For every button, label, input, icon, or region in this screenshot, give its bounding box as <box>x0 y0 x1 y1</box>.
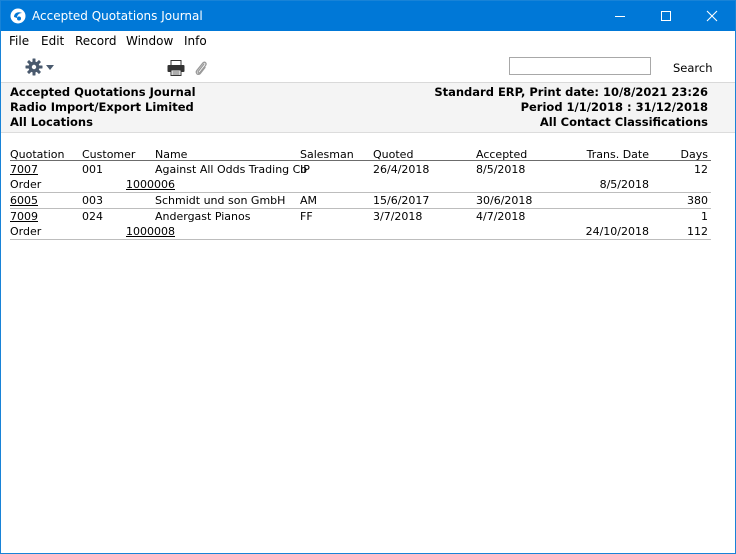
chevron-down-icon <box>46 65 54 70</box>
customer-code: 024 <box>82 210 103 223</box>
days: 112 <box>687 225 708 238</box>
print-icon[interactable] <box>167 60 185 76</box>
table-row: 7007 001 Against All Odds Trading Co IP … <box>1 162 735 177</box>
minimize-button[interactable] <box>597 1 643 31</box>
menu-record[interactable]: Record <box>75 34 116 48</box>
close-button[interactable] <box>689 1 735 31</box>
accepted-date: 4/7/2018 <box>476 210 526 223</box>
quoted-date: 26/4/2018 <box>373 163 430 176</box>
window-title: Accepted Quotations Journal <box>32 9 203 23</box>
row-divider <box>10 239 711 240</box>
customer-code: 003 <box>82 194 103 207</box>
order-label: Order <box>10 178 42 191</box>
table-row: 6005 003 Schmidt und son GmbH AM 15/6/20… <box>1 193 735 208</box>
gear-icon <box>25 58 43 76</box>
trans-date: 8/5/2018 <box>599 178 649 191</box>
app-logo-icon <box>10 8 26 24</box>
quoted-date: 15/6/2017 <box>373 194 430 207</box>
print-info: Standard ERP, Print date: 10/8/2021 23:2… <box>434 85 708 99</box>
report-period: Period 1/1/2018 : 31/12/2018 <box>520 100 708 114</box>
days: 380 <box>687 194 708 207</box>
order-label: Order <box>10 225 42 238</box>
customer-name: Schmidt und son GmbH <box>155 194 286 207</box>
maximize-icon <box>661 11 671 21</box>
search-button[interactable]: Search <box>673 61 713 75</box>
quotation-link[interactable]: 6005 <box>10 194 38 207</box>
attachment-icon[interactable] <box>194 59 208 77</box>
quotation-link[interactable]: 7007 <box>10 163 38 176</box>
maximize-button[interactable] <box>643 1 689 31</box>
days: 12 <box>694 163 708 176</box>
customer-name: Andergast Pianos <box>155 210 251 223</box>
title-bar[interactable]: Accepted Quotations Journal <box>1 1 735 31</box>
order-link[interactable]: 1000006 <box>126 178 175 191</box>
window: Accepted Quotations Journal File Edit Re… <box>0 0 736 554</box>
trans-date: 24/10/2018 <box>585 225 649 238</box>
menu-window[interactable]: Window <box>126 34 173 48</box>
order-row: Order 1000008 24/10/2018 112 <box>1 224 735 239</box>
salesman: AM <box>300 194 318 207</box>
table-row: 7009 024 Andergast Pianos FF 3/7/2018 4/… <box>1 209 735 224</box>
header-divider <box>10 160 711 161</box>
locations-filter: All Locations <box>10 115 93 129</box>
company-name: Radio Import/Export Limited <box>10 100 194 114</box>
menu-bar: File Edit Record Window Info <box>1 31 735 52</box>
order-link[interactable]: 1000008 <box>126 225 175 238</box>
classification-filter: All Contact Classifications <box>539 115 708 129</box>
close-icon <box>706 10 718 22</box>
report-title: Accepted Quotations Journal <box>10 85 196 99</box>
menu-file[interactable]: File <box>9 34 29 48</box>
accepted-date: 8/5/2018 <box>476 163 526 176</box>
minimize-icon <box>615 16 625 17</box>
customer-code: 001 <box>82 163 103 176</box>
menu-info[interactable]: Info <box>184 34 207 48</box>
customer-name: Against All Odds Trading Co <box>155 163 308 176</box>
quotation-link[interactable]: 7009 <box>10 210 38 223</box>
search-input[interactable] <box>509 57 651 75</box>
toolbar: Search <box>1 52 735 83</box>
salesman: FF <box>300 210 313 223</box>
salesman: IP <box>300 163 310 176</box>
order-row: Order 1000006 8/5/2018 <box>1 177 735 192</box>
operations-menu-button[interactable] <box>25 58 57 76</box>
days: 1 <box>701 210 708 223</box>
quoted-date: 3/7/2018 <box>373 210 423 223</box>
report-header: Accepted Quotations Journal Radio Import… <box>1 83 735 133</box>
accepted-date: 30/6/2018 <box>476 194 533 207</box>
menu-edit[interactable]: Edit <box>41 34 64 48</box>
